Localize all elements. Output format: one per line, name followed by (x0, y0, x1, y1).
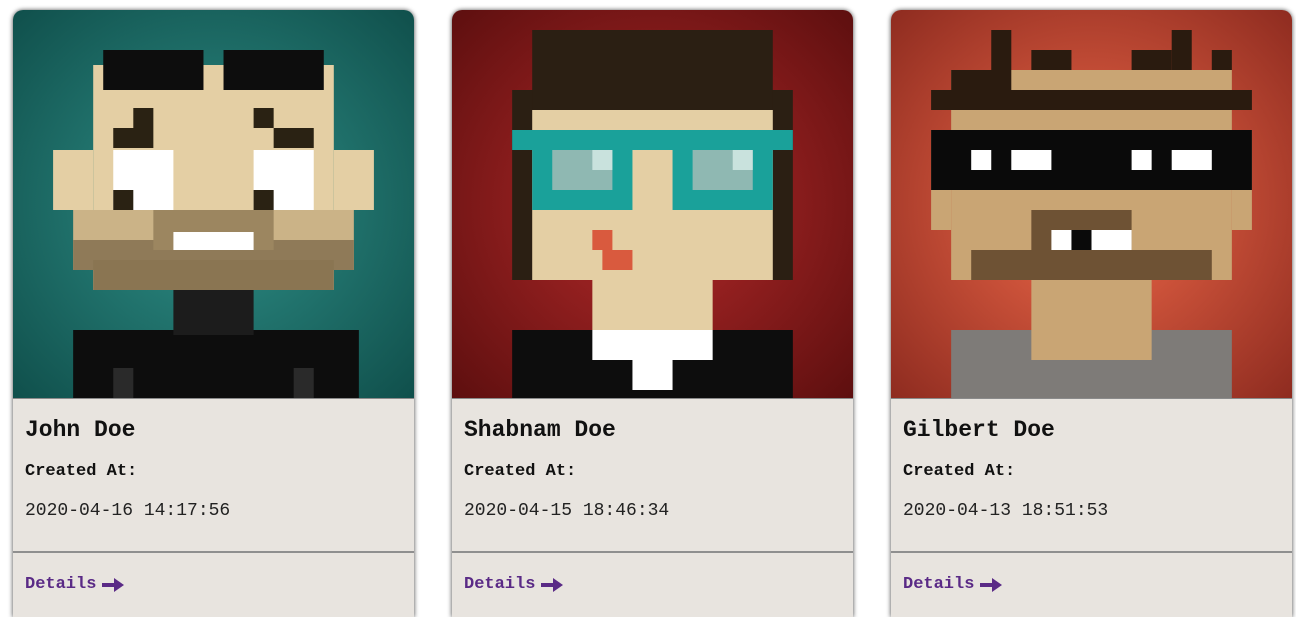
avatar (452, 10, 853, 399)
card-footer: Details (452, 553, 853, 594)
card-body: Shabnam Doe Created At: 2020-04-15 18:46… (452, 399, 853, 553)
created-at-label: Created At: (903, 462, 1016, 481)
card-body: John Doe Created At: 2020-04-16 14:17:56 (13, 399, 414, 553)
user-name: John Doe (25, 417, 136, 443)
user-name: Shabnam Doe (464, 417, 616, 443)
details-link[interactable]: Details (25, 575, 125, 594)
arrow-right-icon (541, 577, 564, 592)
avatar (891, 10, 1292, 399)
pixel-avatar-bald-beard-icon (13, 10, 414, 398)
arrow-right-icon (102, 577, 125, 592)
details-link[interactable]: Details (903, 575, 1003, 594)
created-at-value: 2020-04-13 18:51:53 (903, 501, 1109, 521)
avatar (13, 10, 414, 399)
pixel-avatar-mask-icon (891, 10, 1292, 398)
card-footer: Details (13, 553, 414, 594)
user-card: Shabnam Doe Created At: 2020-04-15 18:46… (452, 10, 853, 617)
created-at-value: 2020-04-16 14:17:56 (25, 501, 231, 521)
details-label: Details (25, 575, 97, 594)
details-label: Details (903, 575, 975, 594)
details-label: Details (464, 575, 536, 594)
user-card: Gilbert Doe Created At: 2020-04-13 18:51… (891, 10, 1292, 617)
user-card: John Doe Created At: 2020-04-16 14:17:56… (13, 10, 414, 617)
pixel-avatar-glasses-icon (452, 10, 853, 398)
details-link[interactable]: Details (464, 575, 564, 594)
arrow-right-icon (980, 577, 1003, 592)
card-body: Gilbert Doe Created At: 2020-04-13 18:51… (891, 399, 1292, 553)
card-footer: Details (891, 553, 1292, 594)
created-at-label: Created At: (464, 462, 577, 481)
user-name: Gilbert Doe (903, 417, 1055, 443)
created-at-value: 2020-04-15 18:46:34 (464, 501, 670, 521)
user-card-list: John Doe Created At: 2020-04-16 14:17:56… (0, 0, 1296, 617)
created-at-label: Created At: (25, 462, 138, 481)
